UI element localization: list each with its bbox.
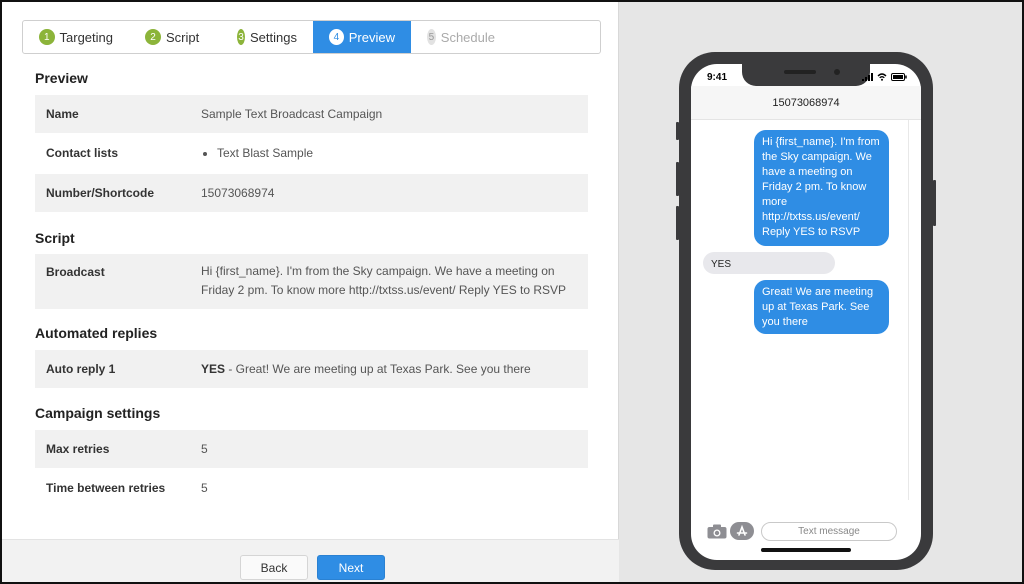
time-between-label: Time between retries: [46, 481, 166, 495]
status-icons: [862, 73, 907, 81]
step-label: Preview: [348, 29, 395, 45]
speaker: [784, 70, 816, 74]
step-number: 3: [237, 29, 246, 45]
step-label: Targeting: [59, 29, 113, 45]
max-retries-value: 5: [201, 442, 208, 456]
name-row: Name Sample Text Broadcast Campaign: [35, 95, 588, 133]
message-thread: Hi {first_name}. I'm from the Sky campai…: [691, 120, 909, 500]
front-camera: [834, 69, 840, 75]
broadcast-row: Broadcast Hi {first_name}. I'm from the …: [35, 254, 588, 309]
phone-notch: [742, 64, 870, 86]
broadcast-value: Hi {first_name}. I'm from the Sky campai…: [201, 264, 567, 297]
conversation-header: 15073068974: [691, 86, 921, 120]
status-time: 9:41: [707, 72, 728, 83]
contact-list-item: Text Blast Sample: [217, 146, 578, 160]
battery-icon: [891, 73, 907, 81]
step-label: Settings: [250, 29, 297, 45]
step-number: 4: [329, 29, 344, 45]
footer-bar: [2, 539, 619, 582]
name-label: Name: [46, 107, 79, 121]
max-retries-label: Max retries: [46, 442, 110, 456]
home-indicator: [761, 548, 851, 552]
contact-lists-row: Contact lists Text Blast Sample: [35, 133, 588, 174]
camera-icon[interactable]: [707, 524, 727, 539]
step-schedule[interactable]: 5 Schedule: [411, 21, 511, 53]
automated-replies-heading: Automated replies: [35, 325, 158, 341]
back-button[interactable]: Back: [240, 555, 308, 580]
name-value: Sample Text Broadcast Campaign: [201, 107, 383, 121]
text-message-input[interactable]: Text message: [761, 522, 897, 541]
campaign-settings-heading: Campaign settings: [35, 405, 161, 421]
step-settings[interactable]: 3 Settings: [221, 21, 313, 53]
number-value: 15073068974: [201, 186, 275, 200]
step-number: 1: [39, 29, 55, 45]
message-input-bar: Text message: [691, 520, 921, 546]
auto-reply-value: YES - Great! We are meeting up at Texas …: [201, 362, 588, 376]
incoming-message: YES: [703, 252, 835, 274]
preview-heading: Preview: [35, 70, 88, 86]
preview-panel: 1 Targeting 2 Script 3 Settings 4 Previe…: [2, 2, 619, 582]
contact-lists: Text Blast Sample: [201, 146, 578, 160]
number-label: Number/Shortcode: [46, 186, 155, 200]
time-between-row: Time between retries 5: [35, 468, 588, 506]
auto-reply-label: Auto reply 1: [46, 362, 116, 376]
step-number: 2: [145, 29, 161, 45]
contact-lists-label: Contact lists: [46, 146, 119, 160]
wifi-icon: [877, 73, 887, 81]
phone-mockup: 9:41 15073068974 Hi {first_name}. I'm fr…: [679, 52, 933, 570]
script-heading: Script: [35, 230, 75, 246]
app-frame: 1 Targeting 2 Script 3 Settings 4 Previe…: [2, 2, 1022, 582]
phone-side-button: [933, 180, 936, 226]
time-between-value: 5: [201, 481, 208, 495]
auto-reply-keyword: YES: [201, 362, 226, 376]
outgoing-message: Great! We are meeting up at Texas Park. …: [754, 280, 889, 334]
step-label: Schedule: [440, 29, 495, 45]
step-targeting[interactable]: 1 Targeting: [23, 21, 129, 53]
number-row: Number/Shortcode 15073068974: [35, 174, 588, 212]
step-number: 5: [427, 29, 436, 45]
step-label: Script: [166, 29, 200, 45]
broadcast-label: Broadcast: [46, 265, 105, 279]
auto-reply-row: Auto reply 1 YES - Great! We are meeting…: [35, 350, 588, 388]
next-button[interactable]: Next: [317, 555, 385, 580]
campaign-stepper: 1 Targeting 2 Script 3 Settings 4 Previe…: [22, 20, 601, 54]
step-script[interactable]: 2 Script: [129, 21, 221, 53]
app-store-icon[interactable]: [730, 522, 754, 540]
outgoing-message: Hi {first_name}. I'm from the Sky campai…: [754, 130, 889, 246]
max-retries-row: Max retries 5: [35, 430, 588, 468]
step-preview[interactable]: 4 Preview: [313, 21, 411, 53]
signal-icon: [862, 73, 873, 81]
auto-reply-text: - Great! We are meeting up at Texas Park…: [225, 362, 531, 376]
phone-screen: 9:41 15073068974 Hi {first_name}. I'm fr…: [691, 64, 921, 560]
